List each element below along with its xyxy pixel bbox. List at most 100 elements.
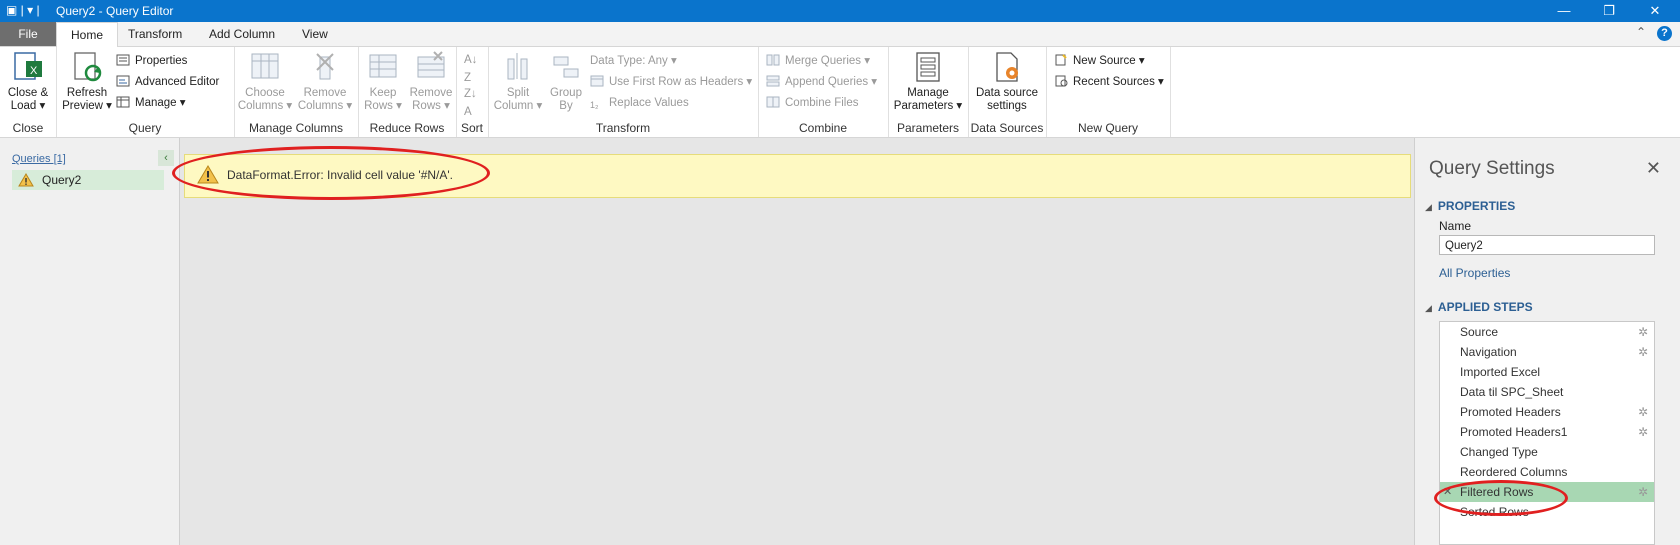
data-source-settings-button[interactable]: Data source settings <box>972 51 1042 113</box>
combine-files-button[interactable]: Combine Files <box>766 94 859 112</box>
group-query: Refresh Preview ▾ Properties Advanced Ed… <box>56 47 235 137</box>
gear-icon[interactable]: ✲ <box>1638 402 1648 422</box>
group-manage-columns: Choose Columns ▾ Remove Columns ▾ Manage… <box>234 47 359 137</box>
step-navigation[interactable]: Navigation ✲ <box>1440 342 1654 362</box>
group-sort: A↓ Z Z↓ A Sort <box>456 47 489 137</box>
quick-access-icon[interactable]: ▣ | ▾ | <box>6 3 40 17</box>
tab-add-column[interactable]: Add Column <box>195 22 289 46</box>
choose-columns-button[interactable]: Choose Columns ▾ <box>236 51 294 113</box>
help-icon[interactable]: ? <box>1657 26 1672 41</box>
data-source-settings-icon <box>991 51 1023 83</box>
tab-view[interactable]: View <box>288 22 342 46</box>
queries-pane: Queries [1] ‹ Query2 <box>0 138 180 545</box>
group-by-button[interactable]: Group By <box>546 51 586 113</box>
close-window-button[interactable]: ✕ <box>1640 1 1670 21</box>
properties-button[interactable]: Properties <box>116 52 187 70</box>
choose-columns-icon <box>249 51 281 83</box>
query-item[interactable]: Query2 <box>12 170 164 190</box>
title-bar: ▣ | ▾ | Query2 - Query Editor — ❐ ✕ <box>0 0 1680 22</box>
group-label-sort: Sort <box>460 121 483 135</box>
group-label-query: Query <box>128 121 162 135</box>
step-reordered-columns[interactable]: Reordered Columns <box>1440 462 1654 482</box>
warning-icon <box>18 173 34 190</box>
step-data-til-spc-sheet[interactable]: Data til SPC_Sheet <box>1440 382 1654 402</box>
manage-parameters-button[interactable]: Manage Parameters ▾ <box>892 51 964 113</box>
restore-button[interactable]: ❐ <box>1594 1 1624 21</box>
group-new-query: New Source ▾ Recent Sources ▾ New Query <box>1046 47 1171 137</box>
gear-icon[interactable]: ✲ <box>1638 342 1648 362</box>
close-load-button[interactable]: X Close & Load ▾ <box>6 51 50 113</box>
step-imported-excel[interactable]: Imported Excel <box>1440 362 1654 382</box>
advanced-editor-icon <box>116 75 130 87</box>
group-parameters: Manage Parameters ▾ Parameters <box>888 47 969 137</box>
group-label-parameters: Parameters <box>896 121 960 135</box>
new-source-icon <box>1054 54 1068 66</box>
group-label-new-query: New Query <box>1077 121 1139 135</box>
group-reduce-rows: Keep Rows ▾ Remove Rows ▾ Reduce Rows <box>358 47 457 137</box>
gear-icon[interactable]: ✲ <box>1638 422 1648 442</box>
advanced-editor-button[interactable]: Advanced Editor <box>116 73 219 91</box>
group-combine: Merge Queries ▾ Append Queries ▾ Combine… <box>758 47 889 137</box>
group-data-sources: Data source settings Data Sources <box>968 47 1047 137</box>
remove-rows-button[interactable]: Remove Rows ▾ <box>408 51 454 113</box>
step-promoted-headers[interactable]: Promoted Headers ✲ <box>1440 402 1654 422</box>
queries-header[interactable]: Queries [1] <box>12 153 66 165</box>
gear-icon[interactable]: ✲ <box>1638 322 1648 342</box>
group-label-data-sources: Data Sources <box>970 121 1044 135</box>
collapse-ribbon-icon[interactable]: ⌃ <box>1636 25 1646 39</box>
new-source-button[interactable]: New Source ▾ <box>1054 52 1145 70</box>
remove-columns-button[interactable]: Remove Columns ▾ <box>296 51 354 113</box>
svg-text:X: X <box>30 65 38 77</box>
remove-columns-icon <box>309 51 341 83</box>
properties-header[interactable]: ◢ PROPERTIES <box>1425 199 1515 213</box>
use-first-row-as-headers-button[interactable]: Use First Row as Headers ▾ <box>590 73 752 91</box>
merge-icon <box>766 54 780 66</box>
append-queries-button[interactable]: Append Queries ▾ <box>766 73 877 91</box>
close-icon[interactable]: ✕ <box>1646 158 1661 179</box>
table-icon <box>116 96 130 108</box>
append-icon <box>766 75 780 87</box>
split-column-icon <box>502 51 534 83</box>
replace-values-icon: 1₂ <box>590 100 599 110</box>
annotation-ellipse-step <box>1434 480 1568 516</box>
remove-rows-icon <box>415 51 447 83</box>
group-label-combine: Combine <box>798 121 848 135</box>
name-label: Name <box>1439 219 1472 233</box>
refresh-preview-button[interactable]: Refresh Preview ▾ <box>62 51 112 113</box>
split-column-button[interactable]: Split Column ▾ <box>492 51 544 113</box>
collapse-triangle-icon: ◢ <box>1425 303 1432 313</box>
collapse-pane-icon[interactable]: ‹ <box>158 150 174 166</box>
recent-sources-icon <box>1054 75 1068 87</box>
annotation-ellipse-error <box>172 146 490 200</box>
minimize-button[interactable]: — <box>1549 1 1579 21</box>
replace-values-button[interactable]: 1₂ Replace Values <box>590 94 689 112</box>
tab-home[interactable]: Home <box>56 22 119 47</box>
all-properties-link[interactable]: All Properties <box>1439 266 1510 280</box>
step-promoted-headers1[interactable]: Promoted Headers1 ✲ <box>1440 422 1654 442</box>
merge-queries-button[interactable]: Merge Queries ▾ <box>766 52 870 70</box>
sort-ascending-icon[interactable]: A↓ Z <box>464 51 477 84</box>
group-label-reduce-rows: Reduce Rows <box>369 121 445 135</box>
data-type-dropdown[interactable]: Data Type: Any ▾ <box>590 52 677 70</box>
recent-sources-button[interactable]: Recent Sources ▾ <box>1054 73 1164 91</box>
applied-steps-header[interactable]: ◢ APPLIED STEPS <box>1425 300 1533 314</box>
ribbon-tabs: File Home Transform Add Column View ⌃ ? <box>0 22 1680 47</box>
group-label-manage-columns: Manage Columns <box>248 121 344 135</box>
combine-files-icon <box>766 96 780 108</box>
tab-file[interactable]: File <box>0 22 56 46</box>
properties-icon <box>116 54 130 66</box>
table-headers-icon <box>590 75 604 87</box>
tab-transform[interactable]: Transform <box>114 22 196 46</box>
sort-descending-icon[interactable]: Z↓ A <box>464 85 477 118</box>
ribbon: X Close & Load ▾ Close Refresh Preview ▾… <box>0 47 1680 138</box>
query-name-input[interactable]: Query2 <box>1439 235 1655 255</box>
query-settings-title: Query Settings <box>1429 158 1555 179</box>
close-load-icon: X <box>12 51 44 83</box>
group-by-icon <box>550 51 582 83</box>
gear-icon[interactable]: ✲ <box>1638 482 1648 502</box>
step-source[interactable]: Source ✲ <box>1440 322 1654 342</box>
step-changed-type[interactable]: Changed Type <box>1440 442 1654 462</box>
group-close: X Close & Load ▾ Close <box>0 47 57 137</box>
keep-rows-button[interactable]: Keep Rows ▾ <box>360 51 406 113</box>
manage-button[interactable]: Manage ▾ <box>116 94 186 112</box>
